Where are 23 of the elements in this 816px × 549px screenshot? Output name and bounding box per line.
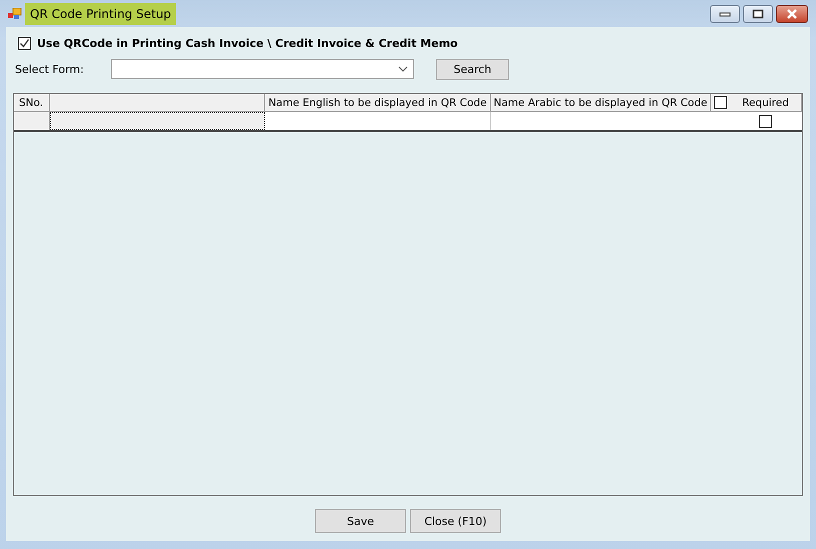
window-title: QR Code Printing Setup — [25, 2, 176, 24]
checkbox[interactable] — [18, 37, 31, 50]
field-label: Select Form: — [15, 62, 85, 76]
search-button[interactable]: Search — [436, 58, 509, 80]
table-cell[interactable] — [491, 112, 729, 130]
table-cell[interactable] — [50, 112, 265, 130]
close-icon — [786, 8, 798, 18]
header-checkbox[interactable] — [714, 96, 727, 109]
chevron-down-icon — [398, 66, 408, 72]
minimize-button[interactable] — [710, 4, 740, 22]
footer-button[interactable]: Save — [315, 509, 406, 533]
footer-button[interactable]: Close (F10) — [410, 509, 501, 533]
column-header[interactable]: Required — [711, 94, 802, 112]
checkbox-label: Use QRCode in Printing Cash Invoice \ Credit Invoice & Credit Memo — [37, 37, 458, 50]
maximize-button[interactable] — [743, 4, 773, 22]
required-checkbox[interactable] — [759, 114, 772, 128]
column-header[interactable]: Name Arabic to be displayed in QR Code — [491, 94, 711, 112]
minimize-icon — [719, 10, 731, 16]
maximize-icon — [752, 8, 764, 18]
column-header[interactable]: Name English to be displayed in QR Code — [265, 94, 491, 112]
column-header[interactable]: SNo. — [14, 94, 50, 112]
app-icon — [8, 8, 22, 20]
close-button[interactable] — [776, 4, 808, 22]
